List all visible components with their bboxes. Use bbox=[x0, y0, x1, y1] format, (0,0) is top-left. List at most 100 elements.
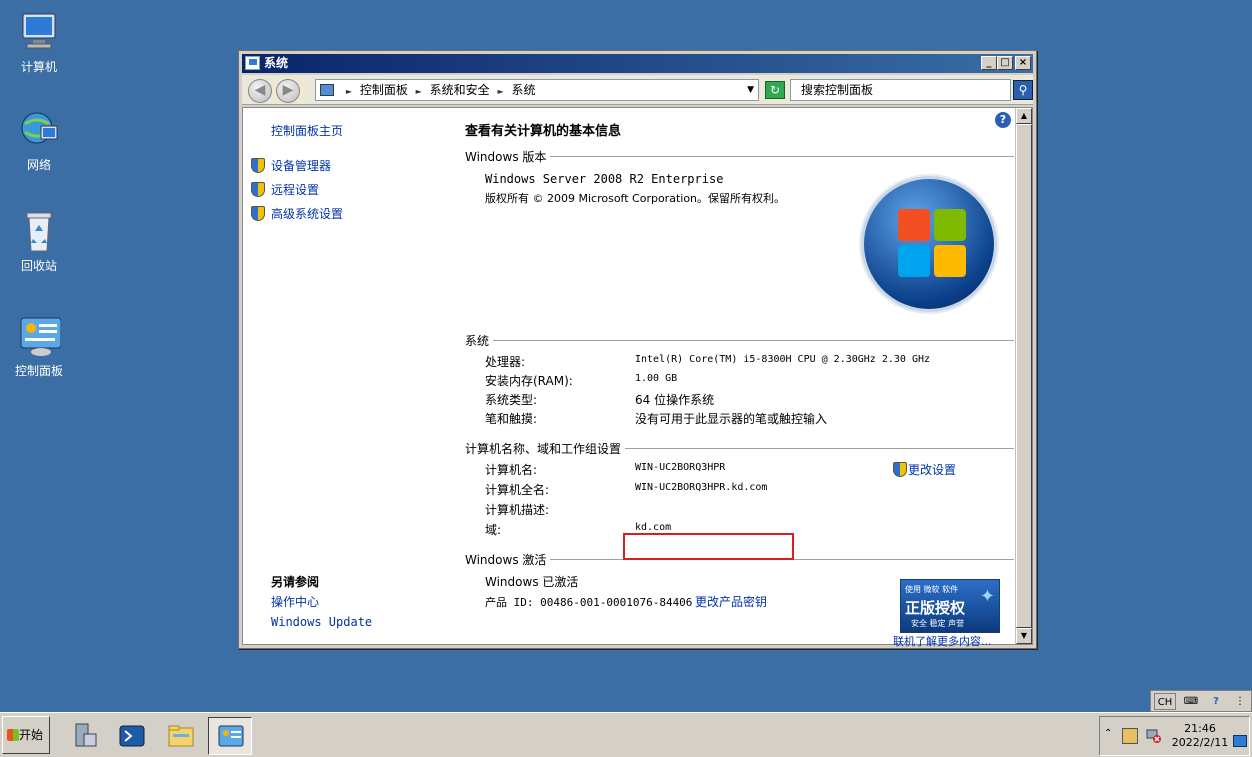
row-full-name: 计算机全名: WIN-UC2BORQ3HPR.kd.com bbox=[465, 481, 885, 497]
see-also-heading: 另请参阅 bbox=[271, 575, 320, 589]
start-button[interactable]: 开始 bbox=[2, 716, 50, 754]
address-toolbar: ◀ ▶ ► 控制面板 ► 系统和安全 ► 系统 ▼ ↻ 搜索控制面板 ⚲ bbox=[242, 75, 1033, 105]
copyright-text: 版权所有 © 2009 Microsoft Corporation。保留所有权利… bbox=[485, 192, 786, 205]
show-hidden-icons-button[interactable]: ⌃ bbox=[1104, 728, 1112, 739]
row-value: Intel(R) Core(TM) i5-8300H CPU @ 2.30GHz… bbox=[635, 354, 931, 365]
edition-name: Windows Server 2008 R2 Enterprise bbox=[485, 172, 724, 186]
page-title: 查看有关计算机的基本信息 bbox=[465, 124, 622, 139]
maximize-button[interactable]: □ bbox=[997, 56, 1013, 70]
clock-time: 21:46 bbox=[1184, 722, 1216, 735]
device-manager-link[interactable]: 设备管理器 bbox=[271, 157, 331, 174]
computer-icon bbox=[17, 10, 61, 54]
search-icon[interactable]: ⚲ bbox=[1013, 80, 1033, 100]
taskbar-control-panel[interactable] bbox=[208, 717, 252, 755]
row-label: 域: bbox=[485, 523, 502, 537]
options-icon[interactable]: ⋮ bbox=[1231, 693, 1249, 710]
shield-icon bbox=[251, 158, 265, 173]
advanced-settings-link[interactable]: 高级系统设置 bbox=[271, 205, 343, 222]
scroll-thumb[interactable] bbox=[1016, 124, 1032, 628]
action-center-link[interactable]: 操作中心 bbox=[271, 593, 319, 610]
learn-more-link[interactable]: 联机了解更多内容... bbox=[893, 633, 992, 649]
chevron-right-icon: ► bbox=[415, 87, 422, 96]
back-button[interactable]: ◀ bbox=[248, 79, 272, 103]
genuine-sub-text: 安全 稳定 声誉 bbox=[911, 619, 965, 628]
row-system-type: 系统类型: 64 位操作系统 bbox=[465, 391, 1025, 407]
chevron-right-icon: ► bbox=[497, 87, 504, 96]
annotation-highlight-box bbox=[623, 533, 794, 560]
row-label: 计算机描述: bbox=[485, 503, 550, 517]
title-bar[interactable]: 系统 _ □ × bbox=[242, 54, 1033, 73]
address-bar[interactable]: ► 控制面板 ► 系统和安全 ► 系统 ▼ bbox=[315, 79, 759, 101]
windows-start-icon bbox=[7, 729, 19, 741]
change-settings-link[interactable]: 更改设置 bbox=[908, 461, 956, 478]
system-window: 系统 _ □ × ◀ ▶ ► 控制面板 ► 系统和安全 ► 系统 ▼ ↻ 搜索控… bbox=[238, 50, 1037, 649]
row-label: 计算机名: bbox=[485, 463, 538, 477]
desktop-icon-recycle-bin[interactable]: 回收站 bbox=[8, 209, 70, 274]
scroll-down-button[interactable]: ▼ bbox=[1016, 628, 1032, 644]
desktop-icon-label: 计算机 bbox=[20, 60, 57, 74]
start-label: 开始 bbox=[19, 728, 44, 742]
left-pane: 控制面板主页 设备管理器 远程设置 高级系统设置 另请参阅 操作中心 Windo… bbox=[243, 108, 461, 644]
breadcrumb-control-panel[interactable]: 控制面板 bbox=[360, 83, 408, 97]
breadcrumb-system[interactable]: 系统 bbox=[511, 83, 535, 97]
row-label: 笔和触摸: bbox=[485, 412, 538, 426]
row-value: 没有可用于此显示器的笔或触控输入 bbox=[635, 412, 828, 426]
language-indicator[interactable]: CH bbox=[1154, 693, 1176, 710]
recycle-bin-icon bbox=[17, 209, 61, 253]
folder-icon bbox=[167, 722, 195, 750]
genuine-top-text: 使用 微软 软件 bbox=[905, 585, 959, 594]
control-panel-crumb-icon bbox=[320, 84, 334, 96]
taskbar-server-manager[interactable] bbox=[62, 717, 106, 755]
genuine-badge[interactable]: 使用 微软 软件 正版授权 安全 稳定 声誉 ✦ bbox=[900, 579, 1000, 633]
refresh-button[interactable]: ↻ bbox=[765, 81, 785, 99]
row-ram: 安装内存(RAM): 1.00 GB bbox=[465, 372, 1025, 388]
control-panel-home-link[interactable]: 控制面板主页 bbox=[271, 122, 343, 139]
keyboard-icon[interactable]: ⌨ bbox=[1181, 693, 1201, 710]
vertical-scrollbar[interactable]: ▲ ▼ bbox=[1015, 108, 1032, 644]
action-center-icon[interactable] bbox=[1122, 728, 1138, 744]
section-system: 系统 bbox=[465, 332, 1014, 348]
control-panel-icon bbox=[17, 314, 62, 358]
remote-settings-link[interactable]: 远程设置 bbox=[271, 181, 319, 198]
desktop-icon-label: 网络 bbox=[26, 158, 51, 172]
main-pane: 查看有关计算机的基本信息 Windows 版本 Windows Server 2… bbox=[465, 108, 1014, 648]
minimize-button[interactable]: _ bbox=[981, 56, 997, 70]
control-panel-icon bbox=[217, 723, 245, 751]
network-status-icon[interactable] bbox=[1146, 728, 1162, 744]
taskbar-powershell[interactable] bbox=[110, 717, 154, 755]
windows-update-link[interactable]: Windows Update bbox=[271, 615, 372, 629]
scroll-up-button[interactable]: ▲ bbox=[1016, 108, 1032, 124]
network-icon bbox=[17, 108, 61, 152]
row-description: 计算机描述: bbox=[465, 501, 885, 517]
row-value: WIN-UC2BORQ3HPR bbox=[635, 462, 726, 473]
close-button[interactable]: × bbox=[1015, 56, 1031, 70]
chevron-right-icon: ► bbox=[345, 87, 352, 96]
desktop-icon-label: 回收站 bbox=[20, 259, 57, 273]
desktop-icon-network[interactable]: 网络 bbox=[8, 108, 70, 173]
language-bar: CH ⌨ ? ⋮ bbox=[1150, 690, 1252, 712]
taskbar-explorer[interactable] bbox=[159, 717, 203, 755]
window-title: 系统 bbox=[264, 56, 289, 70]
breadcrumb-system-security[interactable]: 系统和安全 bbox=[430, 83, 490, 97]
chevron-down-icon[interactable]: ▼ bbox=[747, 80, 754, 100]
help-icon[interactable]: ? bbox=[995, 112, 1011, 128]
row-value: 64 位操作系统 bbox=[635, 393, 715, 407]
row-value: WIN-UC2BORQ3HPR.kd.com bbox=[635, 482, 768, 493]
clock[interactable]: 21:46 2022/2/11 bbox=[1170, 722, 1230, 750]
shield-icon bbox=[251, 206, 265, 221]
server-manager-icon bbox=[70, 722, 98, 750]
desktop-icon-control-panel[interactable]: 控制面板 bbox=[8, 314, 70, 379]
change-product-key-link[interactable]: 更改产品密钥 bbox=[695, 593, 767, 610]
show-desktop-icon[interactable] bbox=[1233, 735, 1247, 747]
forward-button[interactable]: ▶ bbox=[276, 79, 300, 103]
system-window-icon bbox=[245, 56, 260, 70]
desktop-icon-label: 控制面板 bbox=[14, 364, 63, 378]
shield-icon bbox=[893, 462, 907, 477]
row-label: 处理器: bbox=[485, 355, 526, 369]
row-value: kd.com bbox=[635, 522, 672, 533]
desktop-icon-computer[interactable]: 计算机 bbox=[8, 10, 70, 75]
help-icon[interactable]: ? bbox=[1206, 693, 1226, 710]
search-input[interactable]: 搜索控制面板 bbox=[790, 79, 1011, 101]
genuine-main-text: 正版授权 bbox=[905, 599, 966, 617]
section-computer-name: 计算机名称、域和工作组设置 bbox=[465, 440, 1014, 456]
